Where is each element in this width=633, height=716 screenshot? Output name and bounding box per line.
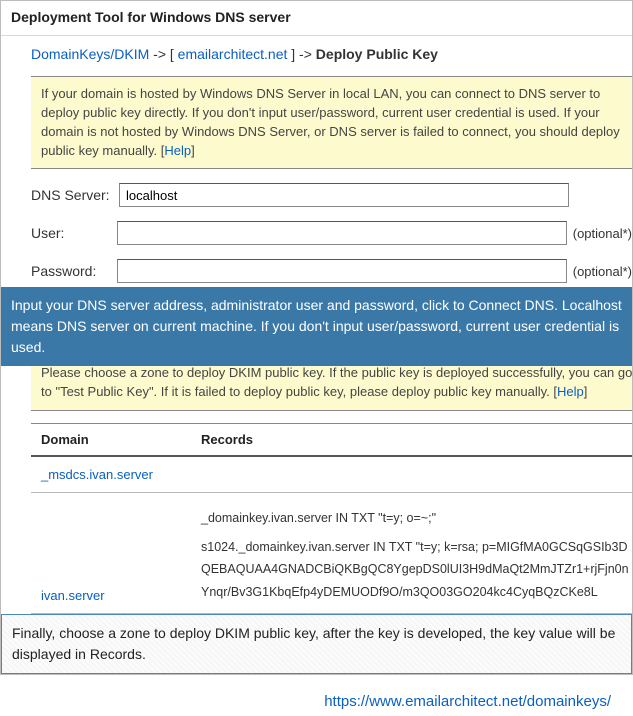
info-box-connect: If your domain is hosted by Windows DNS … [31, 76, 633, 169]
record-line: s1024._domainkey.ivan.server IN TXT "t=y… [201, 536, 633, 604]
content-area: DomainKeys/DKIM -> [ emailarchitect.net … [1, 36, 632, 614]
zone-table: Domain Records _msdcs.ivan.server ivan.se… [31, 423, 633, 614]
table-row: _msdcs.ivan.server [31, 457, 633, 493]
dns-server-input[interactable] [119, 183, 569, 207]
info-text: If your domain is hosted by Windows DNS … [41, 86, 620, 158]
optional-hint: (optional*) [573, 264, 632, 279]
password-input[interactable] [117, 259, 567, 283]
help-link[interactable]: Help [557, 384, 584, 399]
zone-domain-link[interactable]: _msdcs.ivan.server [41, 467, 201, 482]
form-row-user: User: (optional*) [31, 221, 632, 245]
password-label: Password: [31, 263, 117, 279]
dns-server-label: DNS Server: [31, 187, 119, 203]
form-row-password: Password: (optional*) [31, 259, 632, 283]
info-text: Please choose a zone to deploy DKIM publ… [41, 365, 632, 399]
breadcrumb-sep: ] -> [287, 46, 315, 62]
help-link[interactable]: Help [164, 143, 191, 158]
breadcrumb-current: Deploy Public Key [316, 46, 438, 62]
breadcrumb-root-link[interactable]: DomainKeys/DKIM [31, 46, 149, 62]
info-close-bracket: ] [584, 384, 588, 399]
form-row-dns: DNS Server: [31, 183, 632, 207]
table-row: ivan.server _domainkey.ivan.server IN TXT… [31, 493, 633, 614]
col-header-records: Records [201, 432, 633, 447]
zone-records: _domainkey.ivan.server IN TXT "t=y; o=~;… [201, 507, 633, 603]
table-header: Domain Records [31, 424, 633, 457]
optional-hint: (optional*) [573, 226, 632, 241]
user-input[interactable] [117, 221, 567, 245]
record-line: _domainkey.ivan.server IN TXT "t=y; o=~;… [201, 507, 633, 530]
callout-final-note: Finally, choose a zone to deploy DKIM pu… [1, 614, 632, 674]
breadcrumb-sep: -> [ [149, 46, 177, 62]
info-close-bracket: ] [191, 143, 195, 158]
footer-url[interactable]: https://www.emailarchitect.net/domainkey… [0, 675, 633, 716]
col-header-domain: Domain [41, 432, 201, 447]
zone-domain-link[interactable]: ivan.server [41, 588, 201, 603]
breadcrumb: DomainKeys/DKIM -> [ emailarchitect.net … [31, 46, 632, 62]
user-label: User: [31, 225, 117, 241]
window-title: Deployment Tool for Windows DNS server [1, 1, 632, 36]
breadcrumb-domain-link[interactable]: emailarchitect.net [178, 46, 288, 62]
window: Deployment Tool for Windows DNS server D… [0, 0, 633, 675]
callout-connect-dns: Input your DNS server address, administr… [1, 287, 633, 366]
